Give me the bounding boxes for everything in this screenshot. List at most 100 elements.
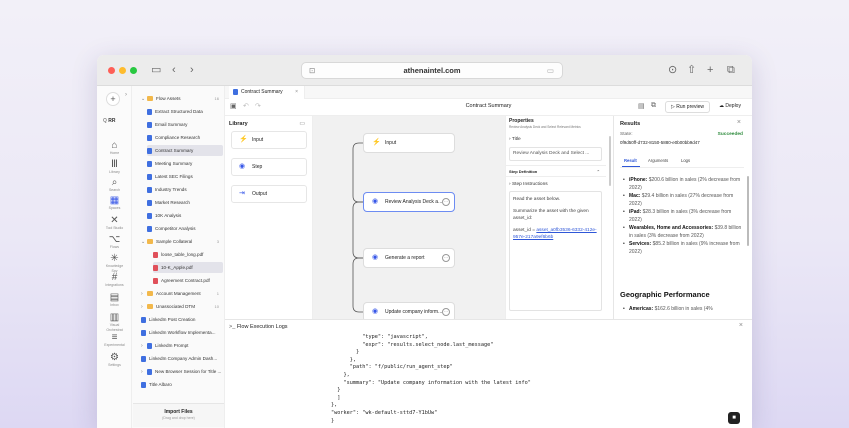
close-results-icon[interactable]: × (737, 119, 741, 126)
visual-icon: ▥ (109, 312, 120, 323)
tabs-icon[interactable]: ⧉ (727, 63, 735, 77)
close-logs-icon[interactable]: × (739, 322, 743, 329)
copy-icon[interactable]: ⧉ (651, 102, 656, 110)
tab-logs[interactable]: Logs (681, 158, 690, 163)
step-definition-header[interactable]: Step Definition ⌃ (506, 165, 606, 177)
maximize-window-button[interactable] (130, 67, 137, 74)
results-scrollbar[interactable] (747, 176, 749, 246)
tree-item[interactable]: LinkedIn Company Admin Dash... (141, 353, 223, 364)
new-tab-icon[interactable]: + (707, 63, 713, 77)
tab-result[interactable]: Result (624, 158, 637, 163)
library-item-input[interactable]: ⚡ Input (231, 131, 307, 149)
new-button[interactable]: + (106, 92, 120, 106)
chat-fab[interactable]: ■ (728, 412, 740, 424)
node-menu-icon[interactable]: ⋯ (442, 308, 450, 316)
tree-item[interactable]: 10-K_Apple.pdf (153, 262, 223, 273)
tree-item[interactable]: Contract Summary (147, 145, 223, 156)
library-item-output[interactable]: ⇥ Output (231, 185, 307, 203)
tree-folder[interactable]: › Unassociated DTM 10 (141, 301, 223, 312)
tree-item[interactable]: LinkedIn Post Creation (141, 314, 223, 325)
tree-item[interactable]: Email Summary (147, 119, 223, 130)
flow-node[interactable]: ⚡ Input (363, 133, 455, 153)
tree-item-count: 10 (214, 304, 219, 309)
rail-item-home[interactable]: ⌂ Home (104, 140, 125, 156)
rail-item-library[interactable]: Ⅲ Library (104, 159, 125, 175)
tree-item[interactable]: › LinkedIn Prompt (141, 340, 223, 351)
rail-item-visual-orchestrat[interactable]: ▥ Visual Orchestrat (104, 312, 125, 333)
close-tab-icon[interactable]: × (295, 86, 298, 99)
import-files-dropzone[interactable]: Import Files (Drag and drop here) (133, 403, 224, 427)
title-input[interactable]: Review Analysis Deck and Select ... (509, 147, 602, 161)
rail-item-tool-studio[interactable]: ✕ Tool Studio (104, 215, 125, 231)
tree-item-label: loose_table_long.pdf (161, 252, 204, 257)
tree-subfolder[interactable]: ⌄ Sample Collateral 3 (141, 236, 223, 247)
step-instructions-editor[interactable]: Read the asset below. Summarize the asse… (509, 191, 602, 311)
tree-item[interactable]: Compliance Research (147, 132, 223, 143)
input-icon: ⚡ (372, 139, 381, 146)
tree-item[interactable]: Competitor Analysis (147, 223, 223, 234)
document-icon (147, 121, 152, 128)
reader-icon[interactable]: ▭ (547, 63, 554, 78)
rail-item-settings[interactable]: ⚙ Settings (104, 352, 125, 368)
tree-item-label: Title Albaro (149, 382, 172, 387)
editor-tab-bar: Contract Summary × (225, 86, 752, 99)
library-item-step[interactable]: ◉ Step (231, 158, 307, 176)
node-menu-icon[interactable]: ⋯ (442, 254, 450, 262)
title-section-header[interactable]: › Title (509, 137, 521, 142)
back-icon[interactable]: ‹ (172, 63, 176, 77)
download-icon[interactable]: ⊙ (668, 63, 677, 77)
node-menu-icon[interactable]: ⋯ (442, 198, 450, 206)
pdf-icon (153, 251, 158, 258)
flows-icon: ⌥ (108, 234, 121, 245)
share-icon[interactable]: ⇧ (687, 63, 696, 77)
tree-item[interactable]: loose_table_long.pdf (153, 249, 223, 260)
collapse-sidebar-icon[interactable]: › (125, 92, 127, 98)
deploy-button[interactable]: ☁ Deploy (714, 101, 746, 113)
doc-icon[interactable]: ▤ (638, 102, 645, 110)
properties-scrollbar[interactable] (609, 136, 611, 186)
tree-item[interactable]: Agreement Contract.pdf (153, 275, 223, 286)
document-icon (141, 355, 146, 362)
tab-overview-icon[interactable]: ⊡ (309, 63, 315, 78)
tree-item[interactable]: Meeting Summary (147, 158, 223, 169)
tab-arguments[interactable]: Arguments (648, 158, 668, 163)
logs-title-text: Flow Execution Logs (236, 324, 288, 330)
tab-contract-summary[interactable]: Contract Summary × (229, 86, 305, 99)
tree-item[interactable]: Market Research (147, 197, 223, 208)
flow-canvas[interactable]: ⚡ Input ◉ Review Analysis Deck a... ⋯ ◉ Genera… (313, 116, 505, 319)
tree-item[interactable]: › New Browser Session for Title ... (141, 366, 223, 377)
user-avatar[interactable]: Q RR (103, 118, 116, 124)
rail-item-experimental[interactable]: ≡ Experimental (104, 332, 125, 348)
step-instructions-header[interactable]: › Step Instructions (509, 182, 548, 187)
rail-item-flows[interactable]: ⌥ Flows (104, 234, 125, 250)
minimize-window-button[interactable] (119, 67, 126, 74)
rail-item-spaces[interactable]: ▦ Spaces (104, 195, 125, 211)
tree-item[interactable]: Extract Structured Data (147, 106, 223, 117)
flow-node[interactable]: ◉ Update company inform... ⋯ (363, 302, 455, 319)
forward-icon[interactable]: › (190, 63, 194, 77)
tree-item[interactable]: Latest SEC Filings (147, 171, 223, 182)
document-icon (147, 199, 152, 206)
rail-item-integrations[interactable]: # Integrations (104, 272, 125, 288)
address-bar[interactable]: ⊡ athenaintel.com ▭ (301, 62, 563, 79)
run-preview-button[interactable]: ▷ Run preview (665, 101, 711, 113)
tree-item[interactable]: Industry Trends (147, 184, 223, 195)
tree-item[interactable]: Title Albaro (141, 379, 223, 390)
library-title: Library (229, 121, 248, 127)
step-icon: ◉ (372, 308, 379, 315)
rail-item-search[interactable]: ⌕ Search (104, 177, 125, 193)
flow-node-label: Generate a report (385, 255, 425, 261)
rail-item-knowledge-spy[interactable]: ✳ Knowledge Spy (104, 253, 125, 274)
tree-item[interactable]: 10K Analysis (147, 210, 223, 221)
flow-node[interactable]: ◉ Generate a report ⋯ (363, 248, 455, 268)
log-line: "type": "javascript", (331, 334, 428, 340)
run-id: 0f9d50ff-d732-8150-5880-e0b00bb9d47 (620, 140, 700, 145)
rail-item-inbox[interactable]: ▤ Inbox (104, 292, 125, 308)
tree-folder[interactable]: › Account Management 1 (141, 288, 223, 299)
tree-root-folder[interactable]: ⌄ Flow Assets 16 (141, 93, 223, 104)
sidebar-toggle-icon[interactable]: ▭ (151, 63, 161, 77)
close-window-button[interactable] (108, 67, 115, 74)
flow-node[interactable]: ◉ Review Analysis Deck a... ⋯ (363, 192, 455, 212)
tree-item[interactable]: LinkedIn Workflow Implementa... (141, 327, 223, 338)
panel-toggle-icon[interactable]: ▭ (299, 120, 305, 127)
